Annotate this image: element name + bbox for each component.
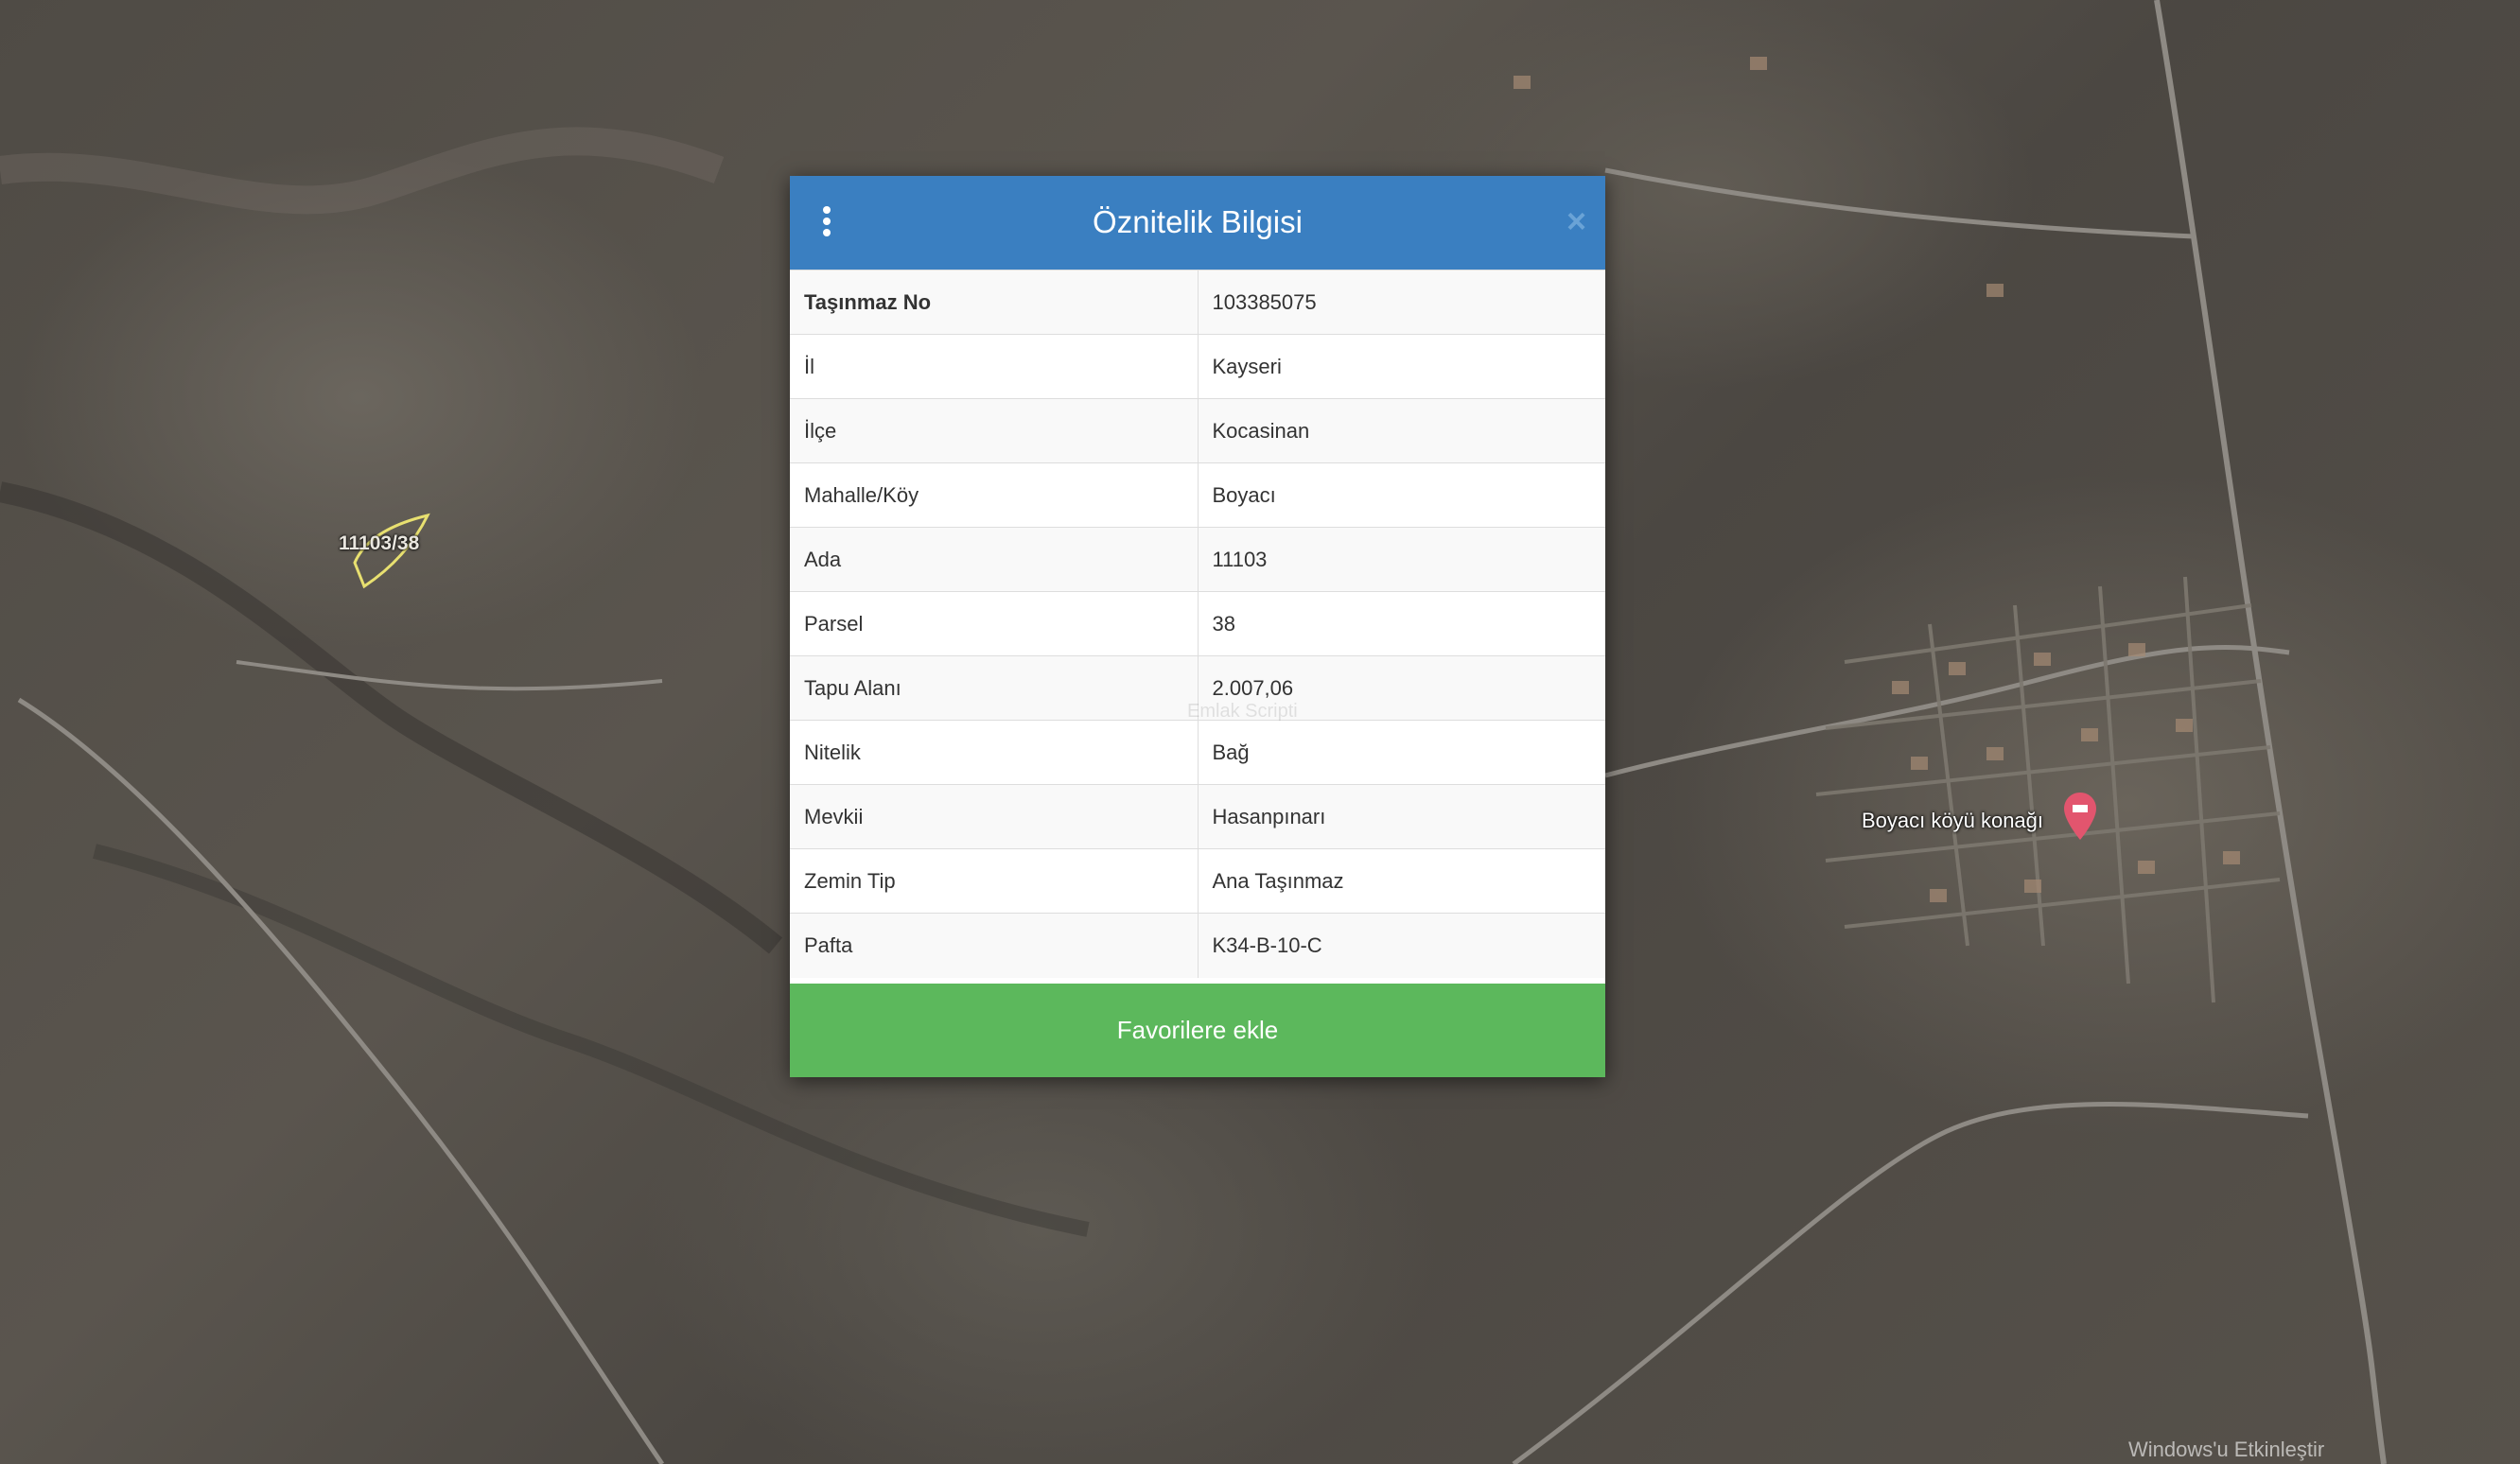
attribute-key: Mahalle/Köy — [790, 462, 1199, 528]
attribute-key: İl — [790, 334, 1199, 399]
os-watermark: Windows'u Etkinleştir — [2128, 1438, 2325, 1461]
attribute-info-dialog: Öznitelik Bilgisi × Taşınmaz No 103385075… — [790, 176, 1605, 1077]
dialog-header: Öznitelik Bilgisi × — [790, 176, 1605, 270]
table-row: Nitelik Bağ — [790, 720, 1605, 785]
add-to-favorites-button[interactable]: Favorilere ekle — [790, 984, 1605, 1077]
dialog-title: Öznitelik Bilgisi — [1093, 204, 1303, 239]
table-row: Pafta K34-B-10-C — [790, 913, 1605, 978]
table-row: Parsel 38 — [790, 591, 1605, 656]
attribute-table: Taşınmaz No 103385075 İl Kayseri İlçe Kocasin… — [790, 270, 1605, 978]
attribute-key: Pafta — [790, 913, 1199, 978]
attribute-value: Bağ — [1198, 720, 1605, 785]
attribute-value: 38 — [1198, 591, 1605, 656]
attribute-value: Kocasinan — [1198, 398, 1605, 463]
attribute-key: İlçe — [790, 398, 1199, 463]
table-row: İl Kayseri — [790, 334, 1605, 399]
attribute-value: Kayseri — [1198, 334, 1605, 399]
attribute-key: Mevkii — [790, 784, 1199, 849]
attribute-value: 11103 — [1198, 527, 1605, 592]
map-pin-icon[interactable] — [2064, 793, 2096, 840]
attribute-value: 2.007,06 — [1198, 655, 1605, 721]
attribute-key: Ada — [790, 527, 1199, 592]
attribute-value: K34-B-10-C — [1198, 913, 1605, 978]
parcel-label: 11103/38 — [339, 532, 420, 554]
attribute-key: Taşınmaz No — [790, 270, 1199, 335]
table-row: Tapu Alanı 2.007,06 — [790, 655, 1605, 721]
attribute-key: Parsel — [790, 591, 1199, 656]
close-icon[interactable]: × — [1566, 200, 1586, 242]
attribute-key: Tapu Alanı — [790, 655, 1199, 721]
attribute-value: 103385075 — [1198, 270, 1605, 335]
poi-label[interactable]: Boyacı köyü konağı — [1862, 809, 2043, 833]
table-row: İlçe Kocasinan — [790, 398, 1605, 463]
attribute-value: Boyacı — [1198, 462, 1605, 528]
table-row: Mahalle/Köy Boyacı — [790, 462, 1605, 528]
table-row: Taşınmaz No 103385075 — [790, 270, 1605, 335]
table-row: Mevkii Hasanpınarı — [790, 784, 1605, 849]
attribute-value: Ana Taşınmaz — [1198, 848, 1605, 914]
table-row: Zemin Tip Ana Taşınmaz — [790, 848, 1605, 914]
attribute-key: Zemin Tip — [790, 848, 1199, 914]
table-row: Ada 11103 — [790, 527, 1605, 592]
attribute-key: Nitelik — [790, 720, 1199, 785]
attribute-value: Hasanpınarı — [1198, 784, 1605, 849]
